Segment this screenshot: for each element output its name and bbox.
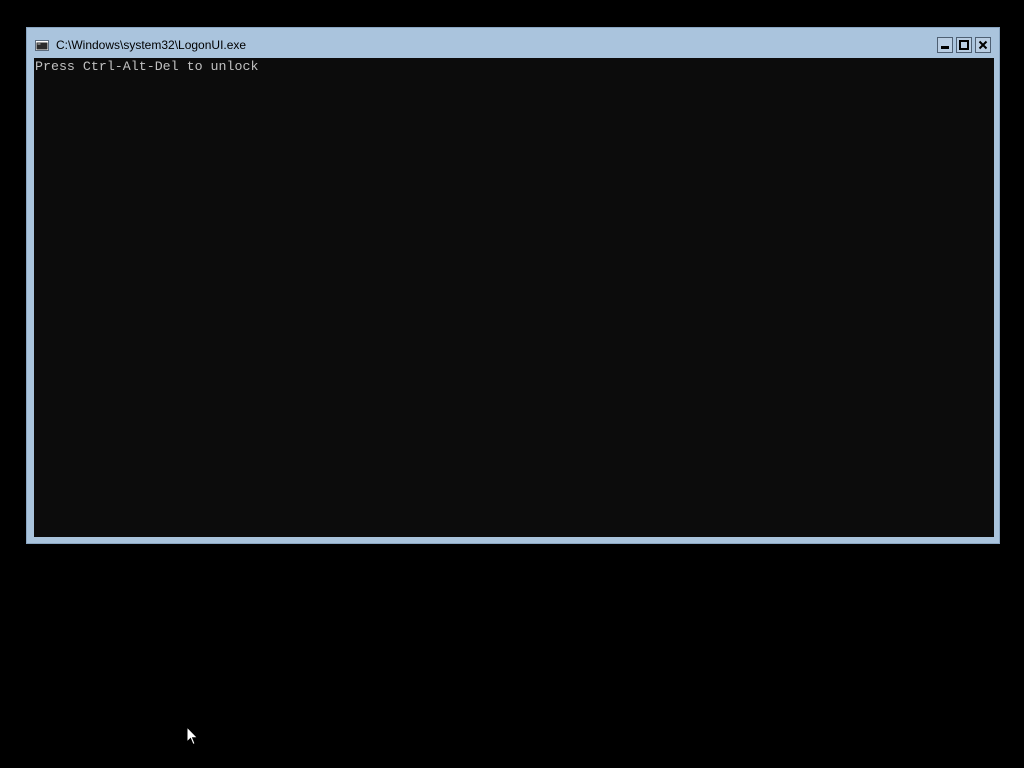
console-window[interactable]: C:\Windows\system32\LogonUI.exe Press Ct… [26,27,1000,544]
console-window-icon[interactable] [35,38,49,51]
console-output-area[interactable]: Press Ctrl-Alt-Del to unlock [34,58,994,537]
title-bar[interactable]: C:\Windows\system32\LogonUI.exe [27,28,999,58]
maximize-button[interactable] [956,37,972,53]
window-title: C:\Windows\system32\LogonUI.exe [56,38,247,52]
close-button[interactable] [975,37,991,53]
minimize-button[interactable] [937,37,953,53]
window-controls [937,37,991,53]
desktop-background: C:\Windows\system32\LogonUI.exe Press Ct… [0,0,1024,768]
arrow-cursor-icon [186,725,199,746]
console-line: Press Ctrl-Alt-Del to unlock [35,59,259,74]
